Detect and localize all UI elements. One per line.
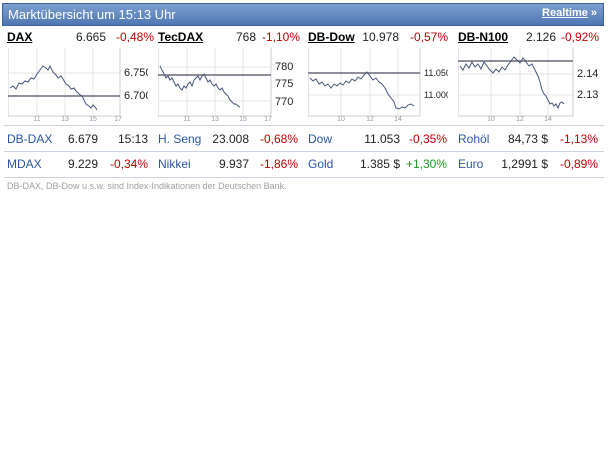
nikkei-label[interactable]: Nikkei [158,157,191,171]
header-title: Marktübersicht um 15:13 Uhr [8,7,176,22]
gold-value: 1.385 $ [359,157,400,171]
dbn100-change: -0,92% [560,30,599,44]
tecdax-link[interactable]: TecDAX [158,30,203,44]
crude-oil-label[interactable]: Rohöl [458,132,489,146]
quote-dbdow: DB-Dow 10.978 -0,57% [308,30,451,46]
tecdax-value: 768 [235,30,256,44]
row-divider [4,177,604,178]
dbdow-link[interactable]: DB-Dow [308,30,355,44]
dbdow-x-tick-2: 12 [366,116,374,121]
mdax-value: 9.229 [67,157,98,171]
tecdax-y-tick-2: 775 [275,78,293,90]
dax-link[interactable]: DAX [7,30,32,44]
row-divider [4,125,604,126]
euro-value: 1,2991 $ [501,157,548,171]
double-chevron-right-icon: » [590,7,597,19]
dax-change: -0,48% [115,30,154,44]
dow-label[interactable]: Dow [308,132,332,146]
gold-change: +1,30% [405,157,447,171]
dbn100-value: 2.126 [525,30,556,44]
tecdax-y-tick-1: 780 [275,61,293,73]
dax-x-tick-4: 17 [114,116,122,121]
dax-x-tick-2: 13 [61,116,69,121]
tecdax-x-tick-1: 11 [183,116,190,121]
realtime-label: Realtime [542,7,588,19]
mdax-label[interactable]: MDAX [7,157,42,171]
quote-dax: DAX 6.665 -0,48% [7,30,154,46]
dbn100-intraday-chart[interactable]: 2.140 2.130 10 12 14 [458,48,598,121]
dbn100-y-tick-1: 2.140 [577,68,598,80]
dax-y-tick-1: 6.750 [124,67,148,79]
tecdax-change: -1,10% [261,30,300,44]
gold-label[interactable]: Gold [308,157,333,171]
crude-oil-change: -1,13% [559,132,598,146]
crude-oil-value: 84,73 $ [507,132,548,146]
dbn100-x-tick-1: 10 [487,116,495,121]
dbdow-y-tick-1: 11.050 [424,68,448,78]
dbn100-link[interactable]: DB-N100 [458,30,508,44]
tecdax-x-tick-2: 13 [211,116,219,121]
realtime-link[interactable]: Realtime» [542,7,597,19]
dax-value: 6.665 [75,30,106,44]
dbdow-intraday-chart[interactable]: 11.050 11.000 10 12 14 [308,48,448,121]
mdax-change: -0,34% [109,157,148,171]
euro-label[interactable]: Euro [458,157,483,171]
quote-tecdax: TecDAX 768 -1,10% [158,30,301,46]
hang-seng-change: -0,68% [259,132,298,146]
dbdow-change: -0,57% [409,30,448,44]
dbn100-x-tick-3: 14 [544,116,552,121]
footnote: DB-DAX, DB-Dow u.s.w. sind Index-Indikat… [7,181,287,191]
dbdow-x-tick-3: 14 [394,116,402,121]
db-dax-label[interactable]: DB-DAX [7,132,52,146]
tecdax-x-tick-4: 17 [264,116,272,121]
tecdax-x-tick-3: 15 [239,116,247,121]
dax-y-tick-2: 6.700 [124,90,148,102]
dbdow-value: 10.978 [362,30,399,44]
euro-change: -0,89% [559,157,598,171]
dbn100-x-tick-2: 12 [516,116,524,121]
tecdax-intraday-chart[interactable]: 780 775 770 11 13 15 17 [158,48,298,121]
dbdow-x-tick-1: 10 [337,116,345,121]
dax-intraday-chart[interactable]: 6.750 6.700 11 13 15 17 [8,48,148,121]
db-dax-time: 15:13 [117,132,148,146]
market-overview-header: Marktübersicht um 15:13 Uhr Realtime» [2,3,604,26]
nikkei-value: 9.937 [218,157,249,171]
hang-seng-label[interactable]: H. Seng [158,132,201,146]
dax-x-tick-3: 15 [89,116,97,121]
dbdow-y-tick-2: 11.000 [424,90,448,100]
dow-value: 11.053 [364,132,400,146]
nikkei-change: -1,86% [259,157,298,171]
quote-dbn100: DB-N100 2.126 -0,92% [458,30,601,46]
dow-change: -0,35% [408,132,447,146]
db-dax-value: 6.679 [67,132,98,146]
dax-x-tick-1: 11 [33,116,40,121]
hang-seng-value: 23.008 [212,132,249,146]
tecdax-y-tick-3: 770 [275,96,293,108]
row-divider [4,151,604,152]
dbn100-y-tick-2: 2.130 [577,89,598,101]
